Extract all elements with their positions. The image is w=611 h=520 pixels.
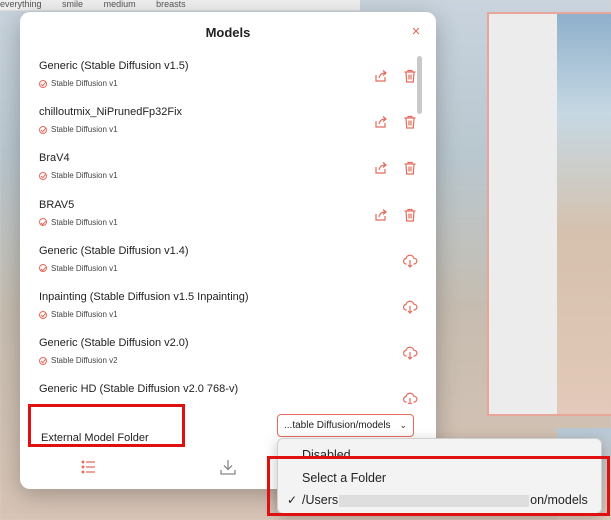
share-icon[interactable] bbox=[373, 207, 389, 223]
verified-check-icon bbox=[39, 79, 47, 88]
dropdown-option-select-folder[interactable]: Select a Folder bbox=[278, 467, 601, 489]
verified-check-icon bbox=[39, 125, 47, 134]
verified-check-icon bbox=[39, 310, 47, 319]
model-name: chilloutmix_NiPrunedFp32Fix bbox=[39, 106, 183, 119]
share-icon[interactable] bbox=[373, 160, 389, 176]
cloud-download-icon[interactable] bbox=[402, 253, 418, 269]
dialog-title: Models bbox=[205, 25, 251, 40]
model-list: Generic (Stable Diffusion v1.5) Stable Di… bbox=[20, 54, 436, 404]
model-version: Stable Diffusion v1 bbox=[39, 218, 118, 227]
external-folder-label: External Model Folder bbox=[41, 432, 149, 444]
models-dialog: Models × Generic (Stable Diffusion v1.5)… bbox=[20, 12, 436, 489]
chevron-down-icon: ⌄ bbox=[399, 420, 407, 430]
tag[interactable]: medium bbox=[104, 0, 136, 9]
cloud-download-icon[interactable] bbox=[402, 345, 418, 361]
checkmark-icon: ✓ bbox=[287, 493, 298, 507]
share-icon[interactable] bbox=[373, 68, 389, 84]
model-name: BRAV5 bbox=[39, 198, 75, 211]
list-icon[interactable] bbox=[80, 458, 98, 476]
cloud-download-icon[interactable] bbox=[402, 299, 418, 315]
model-row: Generic HD (Stable Diffusion v2.0 768-v) bbox=[20, 377, 420, 404]
model-version: Stable Diffusion v2 bbox=[39, 356, 118, 365]
folder-dropdown-menu: Disabled Select a Folder ✓ /Users on/mode… bbox=[277, 438, 602, 514]
model-name: Generic (Stable Diffusion v1.5) bbox=[39, 60, 189, 72]
model-version: Stable Diffusion v1 bbox=[39, 264, 118, 273]
scrollbar[interactable] bbox=[417, 56, 422, 114]
tag[interactable]: everything bbox=[0, 0, 42, 9]
model-row: BRAV5 Stable Diffusion v1 bbox=[20, 193, 420, 239]
model-name: Inpainting (Stable Diffusion v1.5 Inpain… bbox=[39, 291, 249, 303]
model-row: Generic (Stable Diffusion v1.4) Stable Di… bbox=[20, 239, 420, 285]
preview-image bbox=[557, 14, 611, 414]
model-row: Inpainting (Stable Diffusion v1.5 Inpain… bbox=[20, 285, 420, 331]
model-row: chilloutmix_NiPrunedFp32Fix Stable Diffus… bbox=[20, 100, 420, 146]
cloud-download-icon[interactable] bbox=[402, 391, 418, 404]
verified-check-icon bbox=[39, 171, 47, 180]
trash-icon[interactable] bbox=[402, 68, 418, 84]
model-name: Generic HD (Stable Diffusion v2.0 768-v) bbox=[39, 383, 239, 396]
dropdown-option-current-folder[interactable]: ✓ /Users on/models bbox=[278, 489, 601, 511]
trash-icon[interactable] bbox=[402, 160, 418, 176]
model-row: Generic (Stable Diffusion v2.0) Stable Di… bbox=[20, 331, 420, 377]
select-value: ...table Diffusion/models bbox=[284, 420, 391, 431]
model-version: Stable Diffusion v1 bbox=[39, 79, 118, 88]
trash-icon[interactable] bbox=[402, 207, 418, 223]
verified-check-icon bbox=[39, 218, 47, 227]
model-version: Stable Diffusion v1 bbox=[39, 125, 118, 134]
trash-icon[interactable] bbox=[402, 114, 418, 130]
external-folder-select[interactable]: ...table Diffusion/models ⌄ bbox=[277, 414, 414, 437]
tag[interactable]: breasts bbox=[156, 0, 186, 9]
model-name: BraV4 bbox=[39, 152, 70, 165]
dropdown-option-disabled[interactable]: Disabled bbox=[278, 444, 601, 466]
model-version: Stable Diffusion v1 bbox=[39, 171, 118, 180]
redacted-path bbox=[339, 494, 530, 507]
verified-check-icon bbox=[39, 264, 47, 273]
tag[interactable]: smile bbox=[62, 0, 83, 9]
tag-bar: everything smile medium breasts bbox=[0, 0, 360, 11]
download-icon[interactable] bbox=[219, 458, 237, 476]
share-icon[interactable] bbox=[373, 114, 389, 130]
close-button[interactable]: × bbox=[409, 24, 423, 39]
model-version: Stable Diffusion v1 bbox=[39, 310, 118, 319]
model-row: Generic (Stable Diffusion v1.5) Stable Di… bbox=[20, 54, 420, 100]
model-name: Generic (Stable Diffusion v2.0) bbox=[39, 337, 189, 350]
verified-check-icon bbox=[39, 356, 47, 365]
model-name: Generic (Stable Diffusion v1.4) bbox=[39, 244, 189, 257]
model-row: BraV4 Stable Diffusion v1 bbox=[20, 146, 420, 192]
